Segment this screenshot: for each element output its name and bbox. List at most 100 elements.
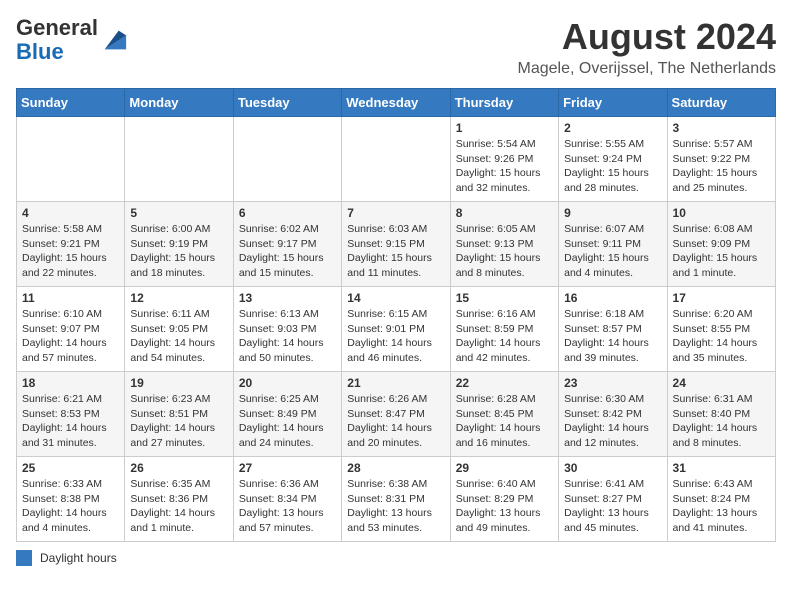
calendar-cell: 2Sunrise: 5:55 AMSunset: 9:24 PMDaylight…: [559, 117, 667, 202]
calendar-cell: 18 Sunrise: 6:21 AMSunset: 8:53 PMDayligh…: [17, 372, 125, 457]
day-number: 6: [239, 206, 336, 220]
header: General Blue August 2024 Magele, Overijs…: [16, 16, 776, 78]
day-info: Sunrise: 5:55 AMSunset: 9:24 PMDaylight:…: [564, 137, 661, 196]
day-info: Sunrise: 6:16 AMSunset: 8:59 PMDaylight:…: [456, 307, 553, 366]
weekday-header-sunday: Sunday: [17, 89, 125, 117]
day-number: 19: [130, 376, 227, 390]
calendar-cell: 12 Sunrise: 6:11 AMSunset: 9:05 PMDayligh…: [125, 287, 233, 372]
calendar-cell: 13 Sunrise: 6:13 AMSunset: 9:03 PMDayligh…: [233, 287, 341, 372]
calendar-cell: 21 Sunrise: 6:26 AMSunset: 8:47 PMDayligh…: [342, 372, 450, 457]
day-number: 14: [347, 291, 444, 305]
calendar-cell: 1 Sunrise: 5:54 AMSunset: 9:26 PMDaylight…: [450, 117, 558, 202]
calendar-cell: 17Sunrise: 6:20 AMSunset: 8:55 PMDayligh…: [667, 287, 775, 372]
day-number: 11: [22, 291, 119, 305]
week-row-2: 4Sunrise: 5:58 AMSunset: 9:21 PMDaylight…: [17, 202, 776, 287]
day-number: 18: [22, 376, 119, 390]
calendar-cell: 6 Sunrise: 6:02 AMSunset: 9:17 PMDaylight…: [233, 202, 341, 287]
calendar-cell: 26 Sunrise: 6:35 AMSunset: 8:36 PMDayligh…: [125, 457, 233, 542]
weekday-header-thursday: Thursday: [450, 89, 558, 117]
weekday-header-saturday: Saturday: [667, 89, 775, 117]
calendar-cell: 16 Sunrise: 6:18 AMSunset: 8:57 PMDayligh…: [559, 287, 667, 372]
calendar-cell: 9 Sunrise: 6:07 AMSunset: 9:11 PMDaylight…: [559, 202, 667, 287]
day-number: 30: [564, 461, 661, 475]
day-info: Sunrise: 6:11 AMSunset: 9:05 PMDaylight:…: [130, 307, 227, 366]
day-number: 5: [130, 206, 227, 220]
day-info: Sunrise: 6:02 AMSunset: 9:17 PMDaylight:…: [239, 222, 336, 281]
calendar-cell: 4Sunrise: 5:58 AMSunset: 9:21 PMDaylight…: [17, 202, 125, 287]
day-number: 13: [239, 291, 336, 305]
calendar-cell: [125, 117, 233, 202]
legend-label: Daylight hours: [40, 551, 117, 565]
day-info: Sunrise: 5:58 AMSunset: 9:21 PMDaylight:…: [22, 222, 119, 281]
logo-icon: [100, 26, 128, 54]
calendar-cell: 29 Sunrise: 6:40 AMSunset: 8:29 PMDayligh…: [450, 457, 558, 542]
weekday-header-wednesday: Wednesday: [342, 89, 450, 117]
subtitle: Magele, Overijssel, The Netherlands: [518, 60, 777, 78]
day-number: 24: [673, 376, 770, 390]
calendar-cell: 10Sunrise: 6:08 AMSunset: 9:09 PMDayligh…: [667, 202, 775, 287]
day-info: Sunrise: 6:03 AMSunset: 9:15 PMDaylight:…: [347, 222, 444, 281]
logo-blue: Blue: [16, 39, 64, 64]
calendar-cell: 23 Sunrise: 6:30 AMSunset: 8:42 PMDayligh…: [559, 372, 667, 457]
calendar-cell: 3Sunrise: 5:57 AMSunset: 9:22 PMDaylight…: [667, 117, 775, 202]
day-info: Sunrise: 6:15 AMSunset: 9:01 PMDaylight:…: [347, 307, 444, 366]
day-number: 26: [130, 461, 227, 475]
title-area: August 2024 Magele, Overijssel, The Neth…: [518, 16, 777, 78]
legend-color-box: [16, 550, 32, 566]
main-title: August 2024: [518, 16, 777, 58]
day-info: Sunrise: 6:08 AMSunset: 9:09 PMDaylight:…: [673, 222, 770, 281]
day-info: Sunrise: 6:05 AMSunset: 9:13 PMDaylight:…: [456, 222, 553, 281]
logo: General Blue: [16, 16, 128, 64]
day-number: 12: [130, 291, 227, 305]
week-row-1: 1 Sunrise: 5:54 AMSunset: 9:26 PMDaylight…: [17, 117, 776, 202]
calendar-cell: 28 Sunrise: 6:38 AMSunset: 8:31 PMDayligh…: [342, 457, 450, 542]
day-info: Sunrise: 6:13 AMSunset: 9:03 PMDaylight:…: [239, 307, 336, 366]
day-info: Sunrise: 6:33 AMSunset: 8:38 PMDaylight:…: [22, 477, 119, 536]
calendar-cell: 5 Sunrise: 6:00 AMSunset: 9:19 PMDaylight…: [125, 202, 233, 287]
calendar-cell: [233, 117, 341, 202]
day-info: Sunrise: 5:54 AMSunset: 9:26 PMDaylight:…: [456, 137, 553, 196]
week-row-3: 11Sunrise: 6:10 AMSunset: 9:07 PMDayligh…: [17, 287, 776, 372]
calendar: SundayMondayTuesdayWednesdayThursdayFrid…: [16, 88, 776, 542]
day-number: 15: [456, 291, 553, 305]
day-number: 22: [456, 376, 553, 390]
day-number: 16: [564, 291, 661, 305]
footer-legend: Daylight hours: [16, 550, 776, 566]
day-number: 9: [564, 206, 661, 220]
calendar-cell: 20Sunrise: 6:25 AMSunset: 8:49 PMDayligh…: [233, 372, 341, 457]
day-info: Sunrise: 6:35 AMSunset: 8:36 PMDaylight:…: [130, 477, 227, 536]
day-number: 31: [673, 461, 770, 475]
day-info: Sunrise: 6:18 AMSunset: 8:57 PMDaylight:…: [564, 307, 661, 366]
day-info: Sunrise: 6:07 AMSunset: 9:11 PMDaylight:…: [564, 222, 661, 281]
day-info: Sunrise: 6:00 AMSunset: 9:19 PMDaylight:…: [130, 222, 227, 281]
day-number: 1: [456, 121, 553, 135]
day-info: Sunrise: 6:40 AMSunset: 8:29 PMDaylight:…: [456, 477, 553, 536]
day-number: 29: [456, 461, 553, 475]
day-info: Sunrise: 6:38 AMSunset: 8:31 PMDaylight:…: [347, 477, 444, 536]
weekday-header-monday: Monday: [125, 89, 233, 117]
week-row-4: 18 Sunrise: 6:21 AMSunset: 8:53 PMDayligh…: [17, 372, 776, 457]
week-row-5: 25Sunrise: 6:33 AMSunset: 8:38 PMDayligh…: [17, 457, 776, 542]
day-number: 21: [347, 376, 444, 390]
calendar-cell: [17, 117, 125, 202]
day-number: 28: [347, 461, 444, 475]
day-number: 20: [239, 376, 336, 390]
day-info: Sunrise: 5:57 AMSunset: 9:22 PMDaylight:…: [673, 137, 770, 196]
day-info: Sunrise: 6:43 AMSunset: 8:24 PMDaylight:…: [673, 477, 770, 536]
calendar-cell: 27Sunrise: 6:36 AMSunset: 8:34 PMDayligh…: [233, 457, 341, 542]
day-info: Sunrise: 6:30 AMSunset: 8:42 PMDaylight:…: [564, 392, 661, 451]
day-number: 17: [673, 291, 770, 305]
day-info: Sunrise: 6:21 AMSunset: 8:53 PMDaylight:…: [22, 392, 119, 451]
logo-general: General: [16, 15, 98, 40]
day-number: 23: [564, 376, 661, 390]
calendar-cell: 8Sunrise: 6:05 AMSunset: 9:13 PMDaylight…: [450, 202, 558, 287]
calendar-cell: [342, 117, 450, 202]
day-info: Sunrise: 6:26 AMSunset: 8:47 PMDaylight:…: [347, 392, 444, 451]
day-info: Sunrise: 6:23 AMSunset: 8:51 PMDaylight:…: [130, 392, 227, 451]
calendar-cell: 25Sunrise: 6:33 AMSunset: 8:38 PMDayligh…: [17, 457, 125, 542]
day-info: Sunrise: 6:28 AMSunset: 8:45 PMDaylight:…: [456, 392, 553, 451]
calendar-cell: 24 Sunrise: 6:31 AMSunset: 8:40 PMDayligh…: [667, 372, 775, 457]
day-number: 27: [239, 461, 336, 475]
calendar-cell: 14 Sunrise: 6:15 AMSunset: 9:01 PMDayligh…: [342, 287, 450, 372]
day-info: Sunrise: 6:31 AMSunset: 8:40 PMDaylight:…: [673, 392, 770, 451]
